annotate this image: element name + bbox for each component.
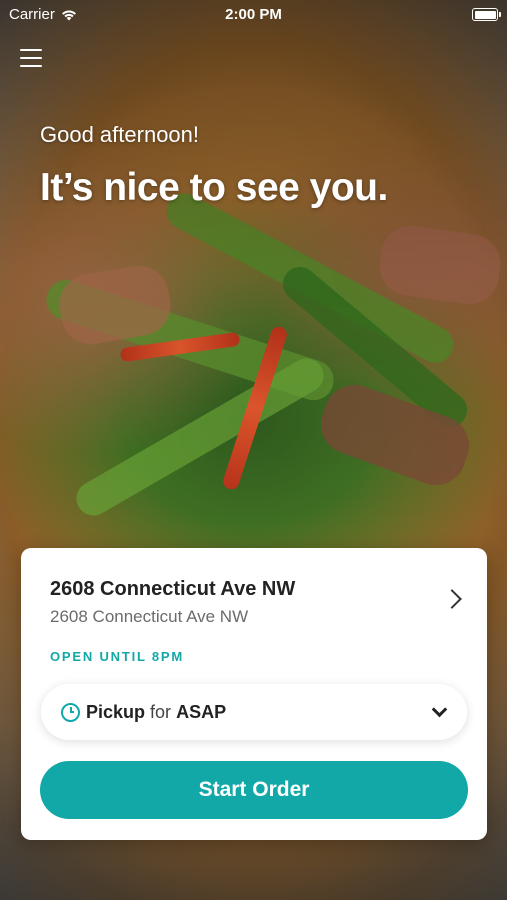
home-screen: Carrier 2:00 PM Good afternoon! It’s nic…	[0, 0, 507, 900]
chevron-right-icon[interactable]	[442, 589, 462, 609]
location-address: 2608 Connecticut Ave NW	[50, 607, 249, 626]
order-for-label: for	[150, 701, 172, 722]
order-type-text: Pickup for ASAP	[86, 702, 226, 723]
battery-icon	[472, 8, 501, 21]
order-type-label: Pickup	[86, 701, 146, 722]
location-title[interactable]: 2608 Connecticut Ave NW	[50, 578, 295, 601]
location-card: 2608 Connecticut Ave NW 2608 Connecticut…	[21, 548, 487, 840]
headline-text: It’s nice to see you.	[40, 166, 388, 209]
start-order-button[interactable]: Start Order	[40, 761, 468, 819]
chevron-down-icon	[431, 701, 448, 718]
status-time: 2:00 PM	[225, 6, 282, 23]
hours-label: OPEN UNTIL 8PM	[50, 649, 185, 664]
hamburger-menu-icon[interactable]	[20, 48, 42, 68]
greeting-text: Good afternoon!	[40, 122, 200, 147]
status-bar: Carrier 2:00 PM	[0, 0, 507, 28]
order-time-label: ASAP	[176, 701, 227, 722]
order-type-selector[interactable]: Pickup for ASAP	[41, 684, 467, 740]
clock-icon	[61, 702, 80, 722]
